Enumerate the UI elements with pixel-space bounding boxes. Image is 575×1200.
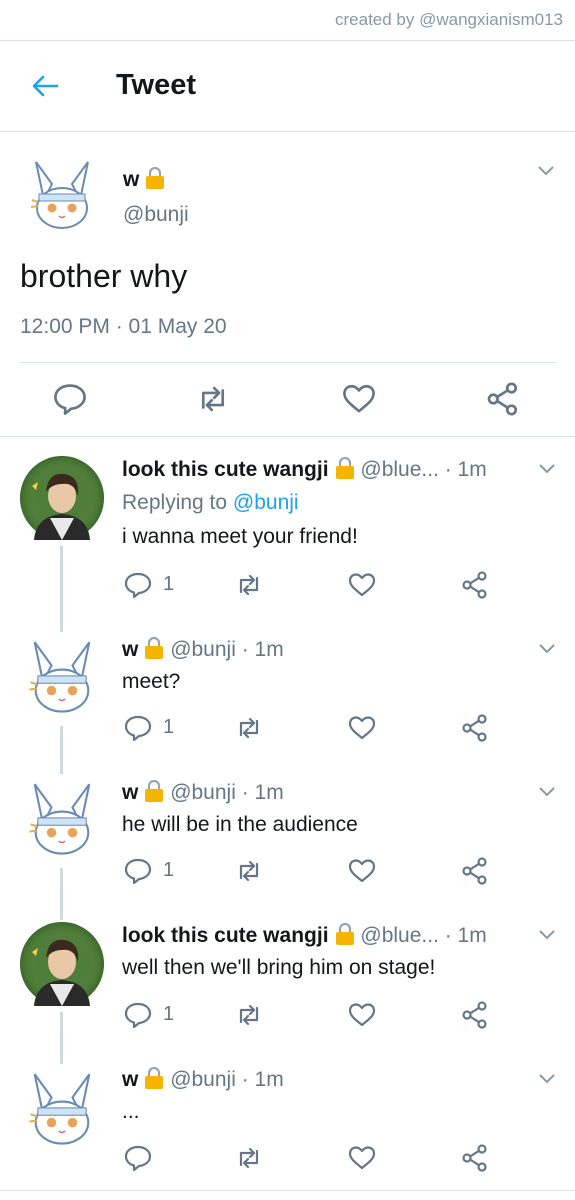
- reply-icon[interactable]: [124, 857, 152, 885]
- author-meta: @blue... · 1m: [360, 924, 487, 947]
- retweet-icon[interactable]: [235, 714, 263, 742]
- retweet-icon[interactable]: [235, 1144, 263, 1172]
- reply-tweet[interactable]: w @bunji · 1m meet? 1: [0, 616, 575, 758]
- author-line: w @bunji · 1m: [122, 779, 284, 805]
- reply-tweet[interactable]: look this cute wangji @blue... · 1m Repl…: [0, 436, 575, 616]
- author-name[interactable]: w: [122, 638, 138, 661]
- author-meta: @bunji · 1m: [170, 638, 284, 661]
- chevron-down-icon[interactable]: [538, 785, 556, 799]
- divider: [20, 362, 556, 363]
- avatar[interactable]: [22, 156, 102, 236]
- app-bar: Tweet: [0, 41, 575, 132]
- tweet-actions: [0, 382, 575, 422]
- reply-actions: 1: [0, 1001, 575, 1031]
- share-icon[interactable]: [461, 857, 489, 885]
- like-icon[interactable]: [348, 571, 376, 599]
- reply-tweet[interactable]: look this cute wangji @blue... · 1m well…: [0, 901, 575, 1046]
- reply-thread: look this cute wangji @blue... · 1m Repl…: [0, 436, 575, 1190]
- author-name[interactable]: w: [122, 781, 138, 804]
- divider: [0, 1190, 575, 1191]
- reply-icon[interactable]: [124, 571, 152, 599]
- share-icon[interactable]: [461, 1001, 489, 1029]
- reply-text: ...: [122, 1100, 140, 1123]
- author-line: look this cute wangji @blue... · 1m: [122, 456, 487, 482]
- retweet-icon[interactable]: [235, 857, 263, 885]
- author-name[interactable]: look this cute wangji: [122, 458, 329, 481]
- share-icon[interactable]: [486, 382, 520, 416]
- author-line: w @bunji · 1m: [122, 636, 284, 662]
- lock-icon: [334, 922, 355, 945]
- tweet-text: brother why: [20, 258, 188, 294]
- lock-icon: [144, 1066, 165, 1089]
- reply-actions: 1: [0, 714, 575, 744]
- lock-icon: [144, 636, 165, 659]
- avatar[interactable]: [20, 636, 104, 720]
- share-icon[interactable]: [461, 714, 489, 742]
- author-meta: @bunji · 1m: [170, 1068, 284, 1091]
- author-meta: @bunji · 1m: [170, 781, 284, 804]
- reply-text: meet?: [122, 670, 181, 693]
- retweet-icon[interactable]: [235, 1001, 263, 1029]
- retweet-icon[interactable]: [235, 571, 263, 599]
- chevron-down-icon[interactable]: [538, 462, 556, 476]
- lock-icon: [144, 779, 165, 802]
- avatar[interactable]: [20, 778, 104, 862]
- reply-count: 1: [163, 1003, 175, 1025]
- reply-text: i wanna meet your friend!: [122, 525, 358, 548]
- avatar[interactable]: [20, 456, 104, 540]
- like-icon[interactable]: [348, 1001, 376, 1029]
- reply-icon[interactable]: [124, 1144, 152, 1172]
- reply-tweet[interactable]: w @bunji · 1m ...: [0, 1046, 575, 1190]
- share-icon[interactable]: [461, 1144, 489, 1172]
- reply-tweet[interactable]: w @bunji · 1m he will be in the audience…: [0, 758, 575, 901]
- reply-count: 1: [163, 573, 175, 595]
- share-icon[interactable]: [461, 571, 489, 599]
- author-meta: @blue... · 1m: [360, 458, 487, 481]
- replying-to-link[interactable]: @bunji: [233, 491, 299, 514]
- chevron-down-icon[interactable]: [538, 928, 556, 942]
- lock-icon: [334, 456, 355, 479]
- like-icon[interactable]: [342, 382, 376, 416]
- author-handle[interactable]: @bunji: [123, 203, 189, 227]
- chevron-down-icon[interactable]: [538, 642, 556, 656]
- like-icon[interactable]: [348, 857, 376, 885]
- reply-count: 1: [163, 716, 175, 738]
- author-line: w @bunji · 1m: [122, 1066, 284, 1092]
- like-icon[interactable]: [348, 1144, 376, 1172]
- chevron-down-icon[interactable]: [537, 164, 555, 178]
- avatar[interactable]: [20, 922, 104, 1006]
- reply-text: he will be in the audience: [122, 813, 358, 836]
- reply-icon[interactable]: [124, 714, 152, 742]
- chevron-down-icon[interactable]: [538, 1072, 556, 1086]
- avatar[interactable]: [20, 1068, 104, 1152]
- reply-actions: 1: [0, 571, 575, 601]
- reply-count: 1: [163, 859, 175, 881]
- reply-icon[interactable]: [53, 382, 87, 416]
- replying-to: Replying to @bunji: [122, 491, 299, 514]
- page-title: Tweet: [116, 69, 197, 101]
- like-icon[interactable]: [348, 714, 376, 742]
- back-arrow-icon[interactable]: [30, 71, 60, 101]
- retweet-icon[interactable]: [196, 382, 230, 416]
- author-name[interactable]: w: [123, 166, 166, 192]
- creator-credit: created by @wangxianism013: [0, 0, 575, 41]
- author-line: look this cute wangji @blue... · 1m: [122, 922, 487, 948]
- author-name[interactable]: w: [122, 1068, 138, 1091]
- reply-icon[interactable]: [124, 1001, 152, 1029]
- reply-text: well then we'll bring him on stage!: [122, 956, 436, 979]
- tweet-timestamp: 12:00 PM · 01 May 20: [20, 315, 227, 338]
- lock-icon: [145, 166, 166, 189]
- reply-actions: [0, 1144, 575, 1174]
- main-tweet: w @bunji brother why 12:00 PM · 01 May 2…: [0, 132, 575, 437]
- reply-actions: 1: [0, 857, 575, 887]
- author-name[interactable]: look this cute wangji: [122, 924, 329, 947]
